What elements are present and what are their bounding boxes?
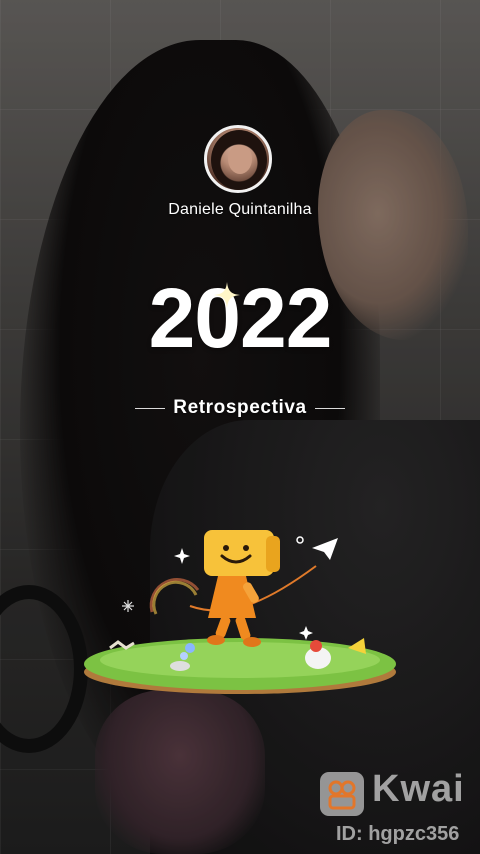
kwai-user-id: ID: hgpzc356 — [336, 823, 460, 845]
recap-year: 2022 — [148, 271, 333, 365]
avatar-hair — [211, 130, 267, 190]
recap-label: Retrospectiva — [173, 397, 307, 418]
mascot-illustration — [84, 530, 396, 694]
recap-subtitle-row: Retrospectiva — [0, 397, 480, 419]
username: Daniele Quintanilha — [168, 201, 312, 218]
kwai-brand-text: Kwai — [372, 768, 465, 810]
sparkle-icon — [214, 282, 240, 308]
avatar[interactable] — [204, 125, 272, 193]
divider-right — [314, 407, 345, 409]
kwai-logo-icon — [320, 772, 364, 816]
recap-screen: Daniele Quintanilha 2022 Retrospectiva K… — [0, 0, 480, 854]
paper-plane-icon — [312, 538, 338, 560]
divider-left — [135, 407, 166, 409]
